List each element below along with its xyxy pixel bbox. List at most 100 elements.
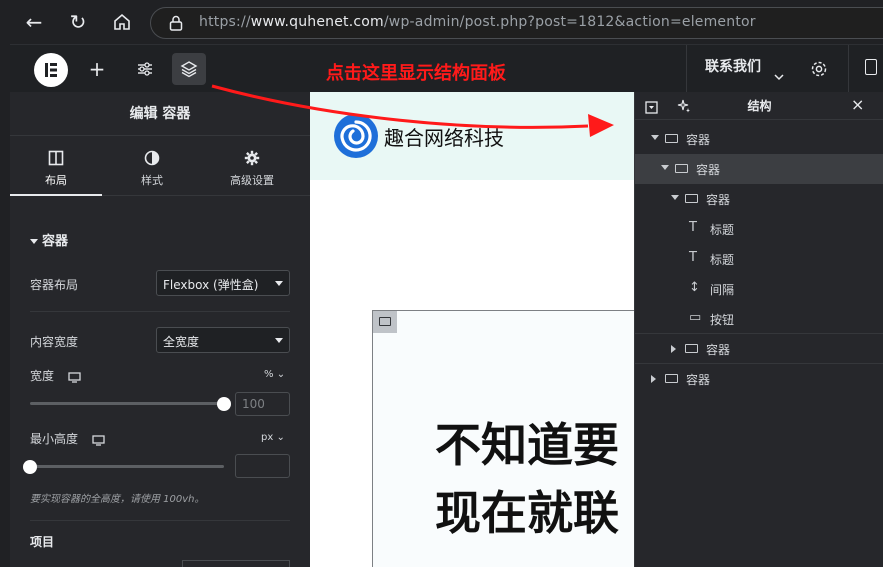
width-unit: % (264, 369, 274, 380)
container-handle-icon[interactable] (373, 311, 397, 333)
structure-item-label: 容器 (696, 163, 721, 177)
min-height-input[interactable] (235, 454, 290, 478)
structure-item-label: 容器 (686, 133, 711, 147)
structure-item-container[interactable]: 容器 (635, 364, 883, 394)
back-icon[interactable]: ← (20, 8, 48, 36)
structure-title: 结构 (747, 99, 772, 113)
container-layout-value: Flexbox (弹性盒) (163, 278, 259, 292)
structure-item-label: 标题 (710, 253, 735, 267)
caret-down-icon[interactable] (671, 195, 679, 200)
address-bar[interactable]: https://www.quhenet.com/wp-admin/post.ph… (150, 7, 883, 39)
reload-icon[interactable]: ↻ (64, 8, 92, 36)
section-container-toggle[interactable]: 容器 (30, 230, 68, 249)
hint-text: 要实现容器的全高度，请使用 100vh。 (30, 494, 205, 505)
spiral-logo-icon[interactable] (332, 112, 380, 160)
width-value: 100 (242, 397, 265, 411)
container-icon (685, 344, 698, 353)
desktop-icon[interactable] (92, 431, 105, 450)
structure-item-container[interactable]: 容器 (635, 124, 883, 154)
browser-toolbar: ← ↻ https://www.quhenet.com/wp-admin/pos… (0, 0, 883, 44)
lock-icon (169, 15, 183, 35)
button-icon: ▭ (689, 310, 702, 325)
tab-advanced-label: 高级设置 (230, 174, 274, 187)
structure-item-label: 间隔 (710, 283, 735, 297)
divider (30, 311, 290, 312)
headline-line-1[interactable]: 不知道要 (435, 409, 619, 475)
structure-panel: 结构 × 容器 容器 容器 T 标题 T 标题 ↕ 间隔 ▭ 按钮 容器 容器 (634, 92, 883, 567)
desktop-icon[interactable] (68, 368, 81, 387)
tab-style[interactable]: 样式 (106, 136, 198, 196)
min-height-unit: px (261, 432, 274, 443)
responsive-mode-icon[interactable] (848, 45, 883, 93)
panel-title: 编辑 容器 (10, 92, 310, 136)
structure-item-container[interactable]: 容器 (635, 184, 883, 214)
add-element-icon[interactable]: + (80, 53, 114, 85)
width-input[interactable]: 100 (235, 392, 290, 416)
min-height-slider-handle[interactable] (23, 460, 37, 474)
structure-layers-icon[interactable] (172, 53, 206, 85)
edit-panel: 编辑 容器 布局 样式 高级设置 容器 容器布局 Flexbox (弹性盒) 内… (10, 92, 310, 567)
section-title: 容器 (42, 234, 69, 249)
divider (30, 520, 290, 521)
heading-icon: T (689, 220, 697, 235)
gear-icon (206, 150, 298, 168)
home-icon[interactable] (108, 8, 136, 36)
direction-control[interactable] (182, 560, 290, 567)
structure-item-heading[interactable]: T 标题 (635, 244, 883, 274)
contact-menu-label: 联系我们 (705, 59, 761, 75)
caret-down-icon[interactable] (651, 135, 659, 140)
caret-right-icon[interactable] (651, 375, 656, 383)
width-label: 宽度 (30, 369, 55, 383)
tab-style-label: 样式 (141, 174, 163, 187)
tab-layout-label: 布局 (45, 174, 67, 187)
elementor-logo-icon[interactable] (34, 53, 68, 87)
structure-item-container[interactable]: 容器 (635, 334, 883, 364)
structure-item-heading[interactable]: T 标题 (635, 214, 883, 244)
structure-item-label: 容器 (706, 343, 731, 357)
container-icon (665, 134, 678, 143)
container-icon (675, 164, 688, 173)
container-icon (665, 374, 678, 383)
items-section-label: 项目 (30, 535, 55, 549)
container-icon (685, 194, 698, 203)
spacer-icon: ↕ (689, 280, 700, 295)
panel-tabs: 布局 样式 高级设置 (10, 136, 310, 196)
tab-advanced[interactable]: 高级设置 (206, 136, 298, 196)
content-width-select[interactable]: 全宽度 (156, 327, 290, 353)
structure-item-label: 容器 (686, 373, 711, 387)
chevron-down-icon (275, 281, 283, 286)
caret-down-icon[interactable] (661, 165, 669, 170)
site-settings-icon[interactable] (128, 53, 162, 85)
caret-right-icon[interactable] (671, 345, 676, 353)
width-slider-track[interactable] (30, 402, 224, 405)
structure-item-container[interactable]: 容器 (635, 154, 883, 184)
min-height-unit-selector[interactable]: px ⌄ (261, 432, 285, 443)
width-slider-handle[interactable] (217, 397, 231, 411)
site-name: 趣合网络科技 (384, 126, 504, 150)
width-unit-selector[interactable]: % ⌄ (264, 369, 285, 380)
url-text: https://www.quhenet.com/wp-admin/post.ph… (199, 14, 756, 30)
close-icon[interactable]: × (851, 95, 864, 114)
layout-icon (10, 150, 102, 168)
min-height-slider-track[interactable] (30, 465, 224, 468)
structure-item-button[interactable]: ▭ 按钮 (635, 304, 883, 334)
caret-down-icon (30, 239, 38, 244)
content-width-label: 内容宽度 (30, 335, 79, 349)
structure-item-label: 容器 (706, 193, 731, 207)
settings-gear-icon[interactable] (802, 53, 836, 85)
style-icon (106, 150, 198, 168)
editor-top-bar: + 点击这里显示结构面板 联系我们 (10, 44, 883, 93)
chevron-down-icon (275, 338, 283, 343)
min-height-label: 最小高度 (30, 432, 79, 446)
structure-header: 结构 × (635, 92, 883, 120)
structure-item-label: 按钮 (710, 313, 735, 327)
structure-item-label: 标题 (710, 223, 735, 237)
content-width-value: 全宽度 (163, 335, 200, 349)
headline-line-2[interactable]: 现在就联 (435, 477, 619, 543)
container-layout-select[interactable]: Flexbox (弹性盒) (156, 270, 290, 296)
heading-icon: T (689, 250, 697, 265)
annotation-text: 点击这里显示结构面板 (326, 63, 506, 84)
contact-menu-dropdown[interactable]: 联系我们 (686, 45, 794, 93)
tab-layout[interactable]: 布局 (10, 136, 102, 196)
structure-item-spacer[interactable]: ↕ 间隔 (635, 274, 883, 304)
